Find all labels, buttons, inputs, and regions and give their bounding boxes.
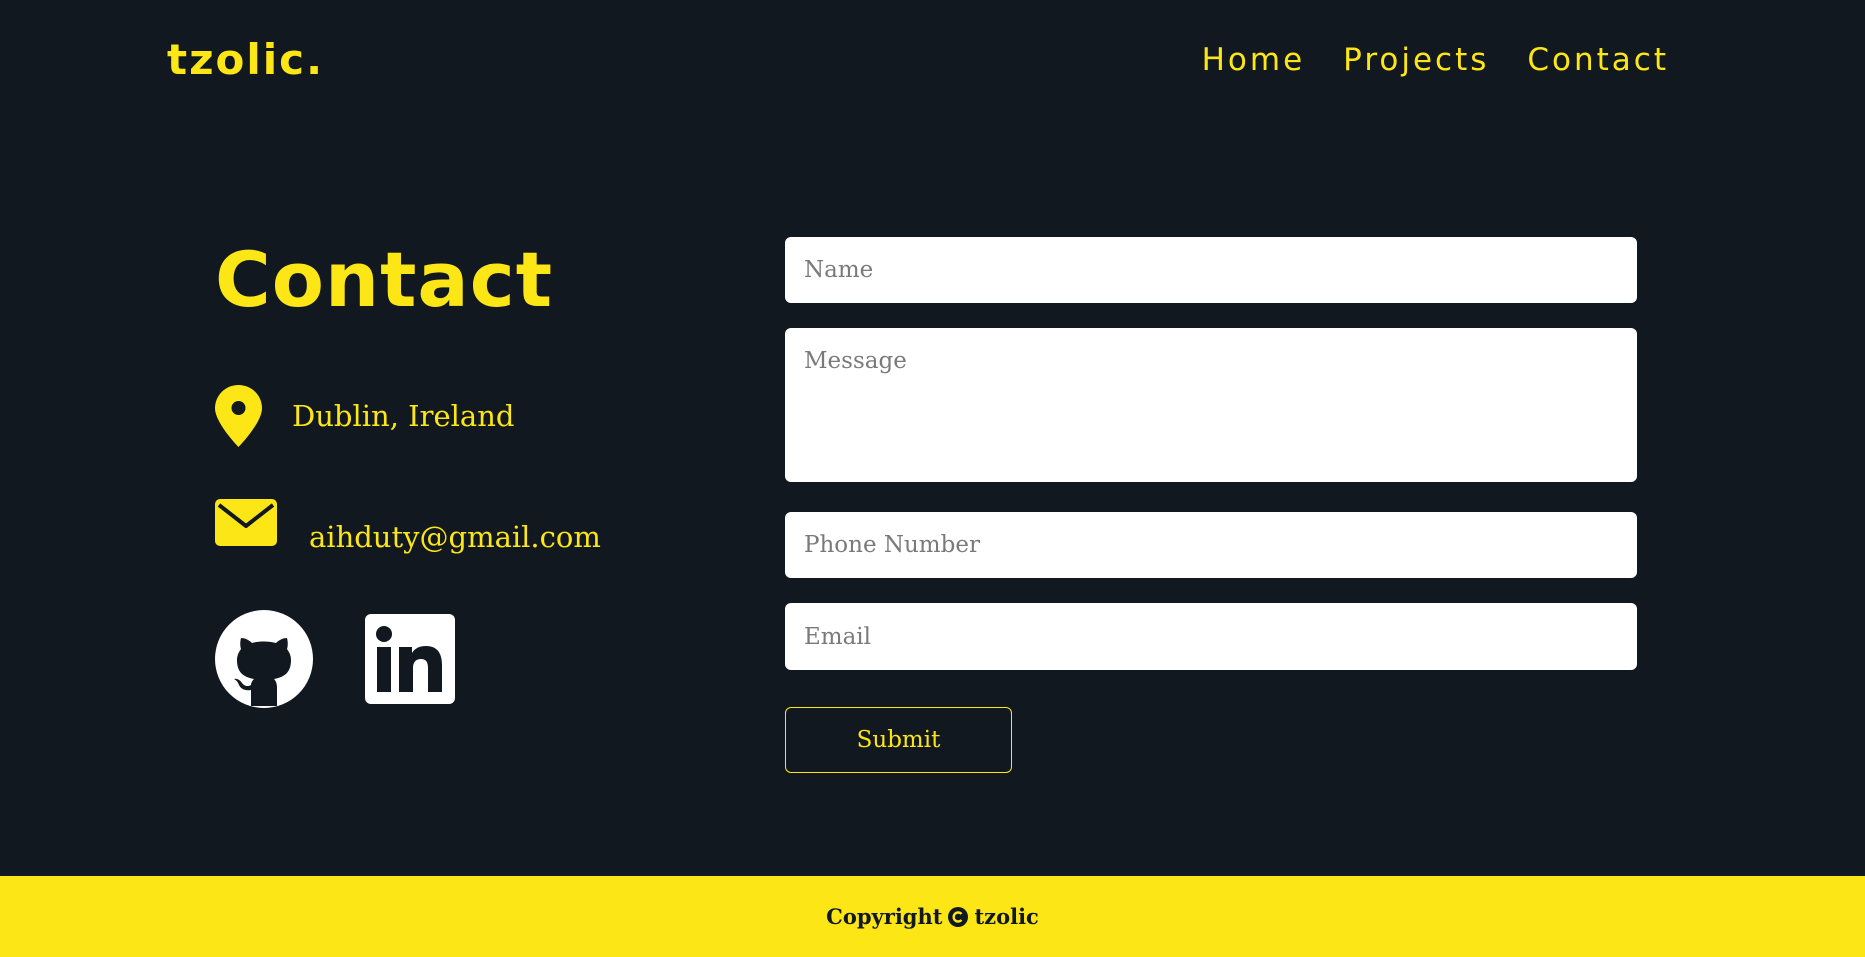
name-input[interactable] (785, 237, 1637, 303)
social-links (215, 610, 455, 712)
nav-link-projects[interactable]: Projects (1343, 40, 1489, 80)
email-input[interactable] (785, 603, 1637, 670)
copyright-owner: tzolic (974, 904, 1039, 929)
message-input[interactable] (785, 328, 1637, 482)
linkedin-icon[interactable] (365, 614, 455, 708)
nav-link-home[interactable]: Home (1202, 40, 1306, 80)
location-info: Dublin, Ireland (215, 385, 514, 447)
nav-link-contact[interactable]: Contact (1527, 40, 1669, 80)
email-info: aihduty@gmail.com (215, 490, 601, 554)
email-text[interactable]: aihduty@gmail.com (309, 520, 601, 554)
main-nav: Home Projects Contact (1202, 40, 1669, 80)
footer: Copyright tzolic (0, 876, 1865, 957)
copyright-icon (948, 906, 969, 927)
github-icon[interactable] (215, 610, 313, 712)
submit-button[interactable]: Submit (785, 707, 1012, 773)
copyright-label: Copyright (826, 904, 943, 929)
envelope-icon (215, 498, 277, 546)
map-pin-icon (215, 385, 262, 447)
phone-input[interactable] (785, 512, 1637, 578)
site-logo[interactable]: tzolic. (167, 35, 324, 85)
location-text: Dublin, Ireland (292, 399, 515, 433)
page-title: Contact (215, 235, 554, 324)
